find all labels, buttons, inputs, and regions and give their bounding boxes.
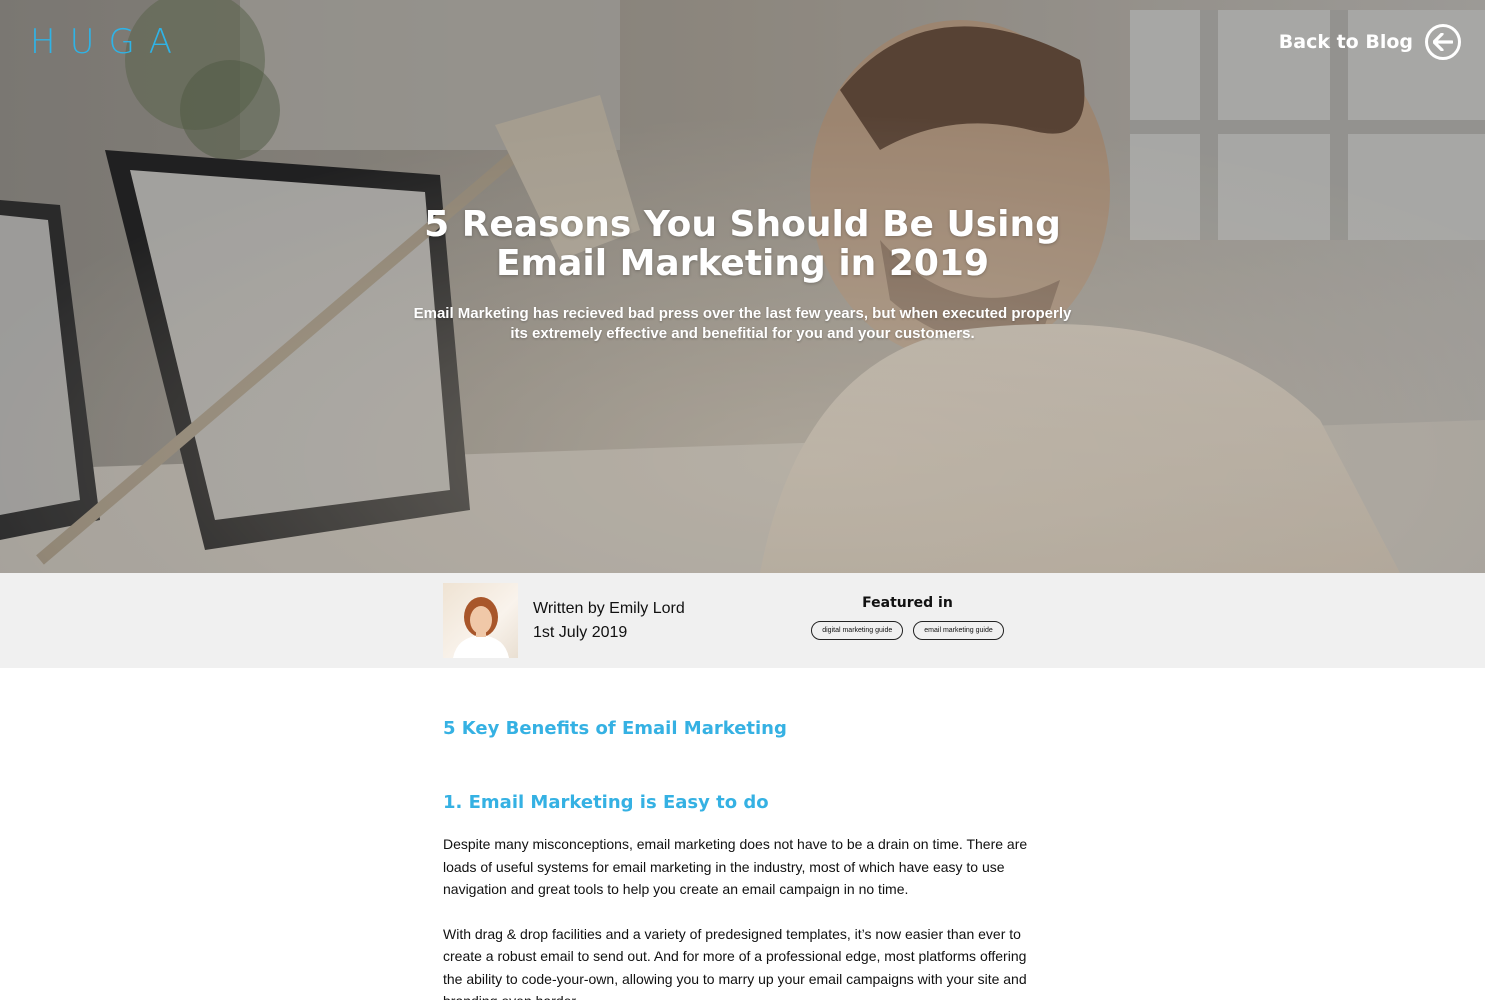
article-title: 5 Reasons You Should Be Using Email Mark…	[0, 205, 1485, 283]
article-meta-bar: Written by Emily Lord 1st July 2019 Feat…	[0, 573, 1485, 668]
tag-email-marketing-guide[interactable]: email marketing guide	[913, 621, 1004, 640]
article-body: 5 Key Benefits of Email Marketing 1. Ema…	[443, 718, 1043, 1000]
paragraph-1: Despite many misconceptions, email marke…	[443, 836, 1028, 897]
arrow-left-circle-icon	[1425, 24, 1461, 60]
back-to-blog-label: Back to Blog	[1278, 31, 1413, 53]
brand-logo[interactable]: HUGA	[30, 22, 186, 62]
featured-in: Featured in digital marketing guide emai…	[800, 595, 1015, 640]
article-subtitle: Email Marketing has recieved bad press o…	[413, 305, 1072, 342]
article-title-line-2: Email Marketing in 2019	[495, 243, 990, 284]
paragraph-2: With drag & drop facilities and a variet…	[443, 925, 1027, 1000]
article-heading: 5 Key Benefits of Email Marketing	[443, 718, 787, 739]
publish-date: 1st July 2019	[533, 624, 628, 641]
author-name: Written by Emily Lord	[533, 600, 685, 617]
tag-digital-marketing-guide[interactable]: digital marketing guide	[811, 621, 904, 640]
hero-banner: HUGA Back to Blog 5 Reasons You Should B…	[0, 0, 1485, 573]
featured-in-label: Featured in	[862, 595, 953, 611]
back-to-blog-link[interactable]: Back to Blog	[1279, 24, 1461, 60]
author-avatar	[443, 583, 518, 658]
hero-overlay	[0, 0, 1485, 573]
article-title-line-1: 5 Reasons You Should Be Using	[424, 204, 1061, 245]
author-info: Written by Emily Lord 1st July 2019	[533, 597, 685, 645]
section-heading-1: 1. Email Marketing is Easy to do	[443, 792, 769, 813]
tag-list: digital marketing guide email marketing …	[800, 621, 1015, 640]
